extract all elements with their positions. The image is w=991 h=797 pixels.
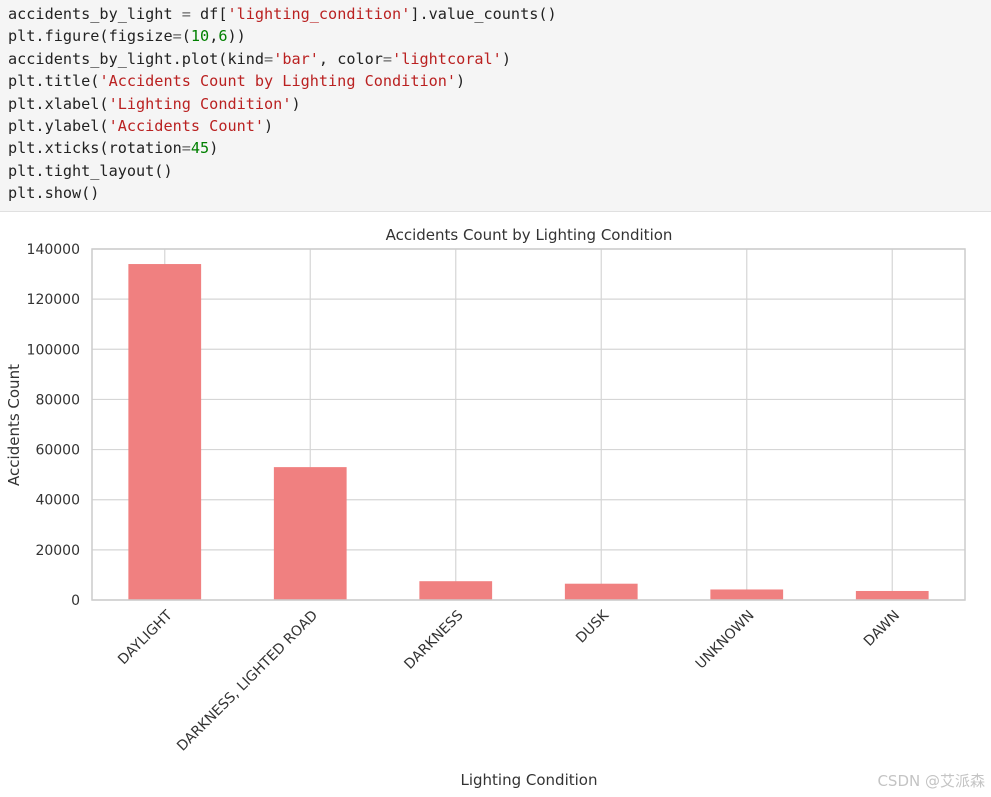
chart-title: Accidents Count by Lighting Condition	[386, 226, 673, 244]
code-line: accidents_by_light = df['lighting_condit…	[8, 3, 991, 25]
y-tick-label: 40000	[35, 493, 80, 509]
y-tick-label: 20000	[35, 543, 80, 559]
x-tick-label: DAWN	[861, 608, 903, 650]
code-token: =	[382, 49, 393, 68]
code-cell[interactable]: accidents_by_light = df['lighting_condit…	[0, 0, 991, 212]
x-tick-label: DAYLIGHT	[115, 607, 176, 668]
plot-frame	[91, 248, 966, 601]
code-line: plt.xticks(rotation=45)	[8, 137, 991, 159]
code-token: )	[209, 139, 219, 158]
code-token: 'Lighting Condition'	[108, 94, 292, 113]
code-line: plt.xlabel('Lighting Condition')	[8, 93, 991, 115]
code-token: 6	[218, 27, 228, 46]
bar-darkness-lighted-road	[273, 467, 347, 600]
bar-daylight	[128, 264, 202, 600]
bar-darkness	[419, 581, 493, 600]
code-line: plt.tight_layout()	[8, 160, 991, 182]
code-token: accidents_by_light	[8, 5, 182, 23]
code-token: =	[172, 27, 182, 46]
code-line: plt.ylabel('Accidents Count')	[8, 115, 991, 137]
code-line: accidents_by_light.plot(kind='bar', colo…	[8, 48, 991, 70]
x-tick-label: UNKNOWN	[693, 608, 758, 673]
code-line: plt.show()	[8, 182, 991, 204]
y-tick-label: 140000	[27, 242, 80, 258]
y-tick-label: 80000	[35, 392, 80, 408]
code-token: (	[181, 27, 191, 46]
x-tick-labels: DAYLIGHTDARKNESS, LIGHTED ROAD DARKNESS DU…	[115, 607, 903, 755]
x-tick-label: DARKNESS, LIGHTED ROAD	[174, 608, 321, 755]
x-tick-label: DUSK	[573, 607, 613, 647]
x-axis-label: Lighting Condition	[461, 771, 598, 789]
code-token: accidents_by_light.plot(kind	[8, 49, 265, 68]
code-token: plt.figure(figsize	[8, 27, 173, 46]
code-token: 'Accidents Count'	[108, 117, 265, 136]
code-line: plt.title('Accidents Count by Lighting C…	[8, 70, 991, 92]
y-tick-label: 60000	[35, 443, 80, 459]
code-token: 10	[190, 27, 210, 46]
code-token: plt.xlabel(	[8, 94, 109, 113]
code-token: )	[291, 94, 301, 113]
code-token: )	[456, 72, 466, 91]
code-token: df[	[190, 5, 228, 23]
bar-chart: Accidents Count by Lighting Condition 0 2…	[5, 226, 966, 789]
grid-lines	[92, 248, 965, 601]
code-token: plt.show()	[8, 184, 100, 203]
code-token: plt.title(	[8, 72, 100, 91]
watermark: CSDN @艾派森	[877, 772, 985, 790]
y-tick-label: 0	[71, 593, 80, 609]
bar-dusk	[564, 583, 638, 600]
code-token: )	[264, 117, 274, 136]
code-token: 45	[190, 139, 210, 158]
code-token: 'lighting_condition'	[227, 5, 411, 23]
code-token: =	[181, 5, 191, 23]
code-token: ].value_counts()	[410, 5, 557, 23]
code-token: ,	[209, 27, 219, 46]
y-axis-label: Accidents Count	[5, 364, 23, 486]
code-line: plt.figure(figsize=(10,6))	[8, 25, 991, 47]
bar-unknown	[710, 589, 784, 600]
code-token: =	[264, 49, 274, 68]
code-token: 'Accidents Count by Lighting Condition'	[99, 72, 457, 91]
code-token: , color	[318, 49, 383, 68]
code-token: plt.tight_layout()	[8, 161, 173, 180]
code-token: 'bar'	[273, 49, 319, 68]
y-tick-label: 100000	[27, 342, 80, 358]
code-token: plt.xticks(rotation	[8, 139, 182, 158]
bar-dawn	[855, 590, 929, 600]
code-block[interactable]: accidents_by_light = df['lighting_condit…	[0, 0, 991, 205]
y-tick-labels: 0 20000 40000 60000 80000 100000 120000 140000	[27, 242, 80, 609]
code-token: =	[181, 139, 191, 158]
x-tick-label: DARKNESS	[401, 607, 466, 672]
code-token: plt.ylabel(	[8, 117, 109, 136]
code-token: 'lightcoral'	[392, 49, 502, 68]
code-token: )	[501, 49, 511, 68]
y-tick-label: 120000	[27, 292, 80, 308]
code-token: ))	[227, 27, 246, 46]
